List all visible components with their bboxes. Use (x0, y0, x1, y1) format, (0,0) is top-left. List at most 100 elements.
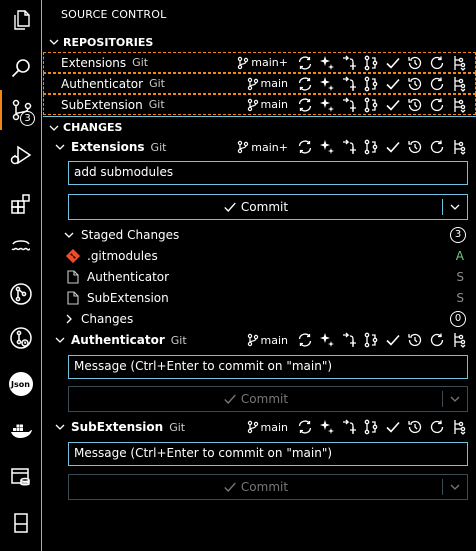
branch-compare-icon[interactable] (360, 417, 382, 437)
repository-header-extensions[interactable]: Extensions Git main+ (43, 136, 476, 158)
wave-icon[interactable] (0, 226, 41, 266)
branch-compare-icon[interactable] (360, 53, 382, 73)
refresh-icon[interactable] (426, 95, 448, 115)
branch-tree-icon[interactable] (448, 330, 470, 350)
sync-icon[interactable] (294, 53, 316, 73)
commit-button-main[interactable]: Commit (69, 200, 442, 214)
changes-section-header[interactable]: CHANGES (43, 116, 476, 138)
repository-provider: Git (150, 140, 167, 154)
sync-icon[interactable] (294, 330, 316, 350)
branch-button[interactable]: main (247, 77, 288, 91)
refresh-icon[interactable] (426, 137, 448, 157)
commit-button-main[interactable]: Commit (69, 392, 442, 406)
branch-button[interactable]: main+ (237, 140, 288, 154)
branch-button[interactable]: main (247, 420, 288, 434)
branch-tree-icon[interactable] (448, 137, 470, 157)
history-icon[interactable] (404, 330, 426, 350)
commit-message-input-authenticator[interactable]: Message (Ctrl+Enter to commit on "main") (68, 355, 468, 379)
chevron-down-icon[interactable] (443, 481, 467, 493)
branch-tree-icon[interactable] (448, 417, 470, 437)
repository-provider: Git (170, 333, 187, 347)
commit-button-authenticator[interactable]: Commit (68, 386, 468, 412)
history-icon[interactable] (404, 53, 426, 73)
refresh-icon[interactable] (426, 417, 448, 437)
panel-icon[interactable] (0, 503, 41, 543)
file-row-authenticator[interactable]: Authenticator S (43, 266, 476, 287)
sparkle-icon[interactable] (316, 137, 338, 157)
branch-name: main (260, 77, 288, 90)
create-pr-icon[interactable] (338, 95, 360, 115)
sync-icon[interactable] (294, 137, 316, 157)
branch-tree-icon[interactable] (448, 53, 470, 73)
branch-name: main (260, 333, 288, 347)
database-icon[interactable] (0, 457, 41, 497)
chevron-down-icon (51, 421, 69, 433)
commit-check-icon[interactable] (382, 74, 404, 94)
json-icon[interactable]: Json (0, 364, 41, 404)
create-pr-icon[interactable] (338, 330, 360, 350)
commit-check-icon[interactable] (382, 53, 404, 73)
refresh-icon[interactable] (426, 74, 448, 94)
git-graph-icon[interactable] (0, 274, 41, 314)
create-pr-icon[interactable] (338, 74, 360, 94)
staged-changes-group[interactable]: Staged Changes 3 (43, 224, 476, 245)
repository-row-extensions[interactable]: Extensions Git main+ (43, 52, 476, 73)
commit-button-extensions[interactable]: Commit (68, 194, 468, 220)
refresh-icon[interactable] (426, 53, 448, 73)
branch-button[interactable]: main (247, 98, 288, 112)
create-pr-icon[interactable] (338, 137, 360, 157)
sparkle-icon[interactable] (316, 95, 338, 115)
file-row-subextension[interactable]: SubExtension S (43, 287, 476, 308)
commit-check-icon[interactable] (382, 95, 404, 115)
file-row-gitmodules[interactable]: .gitmodules A (43, 245, 476, 266)
sparkle-icon[interactable] (316, 417, 338, 437)
create-pr-icon[interactable] (338, 53, 360, 73)
staged-changes-label: Staged Changes (81, 227, 180, 242)
repository-row-authenticator[interactable]: Authenticator Git main (43, 73, 476, 94)
sparkle-icon[interactable] (316, 74, 338, 94)
repositories-section-header[interactable]: REPOSITORIES (43, 31, 476, 53)
history-icon[interactable] (404, 417, 426, 437)
commit-message-input-subextension[interactable]: Message (Ctrl+Enter to commit on "main") (68, 442, 468, 466)
commit-message-input-extensions[interactable]: add submodules (68, 161, 468, 185)
run-debug-icon[interactable] (0, 135, 41, 175)
branch-compare-icon[interactable] (360, 74, 382, 94)
sync-icon[interactable] (294, 417, 316, 437)
chevron-down-icon[interactable] (443, 201, 467, 213)
commit-button-subextension[interactable]: Commit (68, 474, 468, 500)
branch-compare-icon[interactable] (360, 330, 382, 350)
branch-compare-icon[interactable] (360, 137, 382, 157)
git-history-icon[interactable] (0, 318, 41, 358)
refresh-icon[interactable] (426, 330, 448, 350)
branch-tree-icon[interactable] (448, 74, 470, 94)
commit-check-icon[interactable] (382, 417, 404, 437)
branch-compare-icon[interactable] (360, 95, 382, 115)
chevron-down-icon[interactable] (443, 393, 467, 405)
check-icon (224, 482, 236, 492)
search-icon[interactable] (0, 48, 41, 88)
sync-icon[interactable] (294, 74, 316, 94)
repository-row-subextension[interactable]: SubExtension Git main (43, 94, 476, 115)
git-file-icon (65, 248, 81, 264)
branch-tree-icon[interactable] (448, 95, 470, 115)
sync-icon[interactable] (294, 95, 316, 115)
commit-button-main[interactable]: Commit (69, 480, 442, 494)
commit-check-icon[interactable] (382, 137, 404, 157)
docker-icon[interactable] (0, 410, 41, 450)
explorer-icon[interactable] (0, 0, 41, 40)
source-control-icon[interactable]: 3 (0, 90, 41, 130)
repository-header-authenticator[interactable]: Authenticator Git main (43, 329, 476, 351)
repository-header-subextension[interactable]: SubExtension Git main (43, 416, 476, 438)
branch-button[interactable]: main+ (237, 56, 288, 70)
sparkle-icon[interactable] (316, 330, 338, 350)
changes-group[interactable]: Changes 0 (43, 308, 476, 329)
sparkle-icon[interactable] (316, 53, 338, 73)
history-icon[interactable] (404, 74, 426, 94)
history-icon[interactable] (404, 95, 426, 115)
create-pr-icon[interactable] (338, 417, 360, 437)
extensions-icon[interactable] (0, 184, 41, 224)
repository-provider: Git (148, 98, 165, 111)
commit-check-icon[interactable] (382, 330, 404, 350)
branch-button[interactable]: main (247, 333, 288, 347)
history-icon[interactable] (404, 137, 426, 157)
